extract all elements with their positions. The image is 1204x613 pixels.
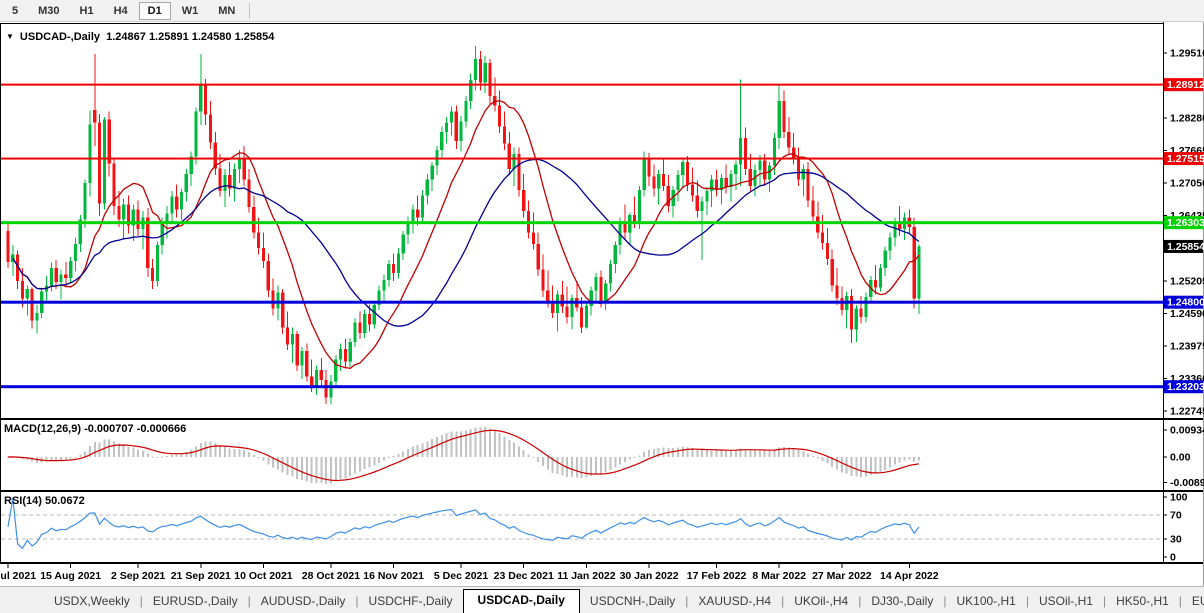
chart-tab-ukoil-h4[interactable]: UKOil-,H4 <box>784 591 858 613</box>
svg-text:21 Sep 2021: 21 Sep 2021 <box>171 570 231 582</box>
chart-tab-usoil-h1[interactable]: USOil-,H1 <box>1029 591 1103 613</box>
svg-text:1.25205: 1.25205 <box>1170 275 1204 287</box>
chart-tab-bar: USDX,Weekly|EURUSD-,Daily|AUDUSD-,Daily|… <box>0 586 1204 613</box>
timeframe-button-mn[interactable]: MN <box>209 2 244 20</box>
svg-text:30: 30 <box>1170 534 1182 546</box>
chart-tab-eurusd-daily[interactable]: EURUSD-,Daily <box>143 591 248 613</box>
svg-text:1.22745: 1.22745 <box>1170 405 1204 417</box>
svg-text:17 Feb 2022: 17 Feb 2022 <box>687 570 747 582</box>
price-badge-1.26303: 1.26303 <box>1164 216 1204 229</box>
trading-platform-window: 5M30H1H4D1W1MN 1.295101.282801.276651.27… <box>0 0 1204 613</box>
svg-text:15 Aug 2021: 15 Aug 2021 <box>40 570 101 582</box>
current-price-badge: 1.25854 <box>1164 240 1204 253</box>
chart-tab-dj30-daily[interactable]: DJ30-,Daily <box>861 591 943 613</box>
svg-text:1.25854: 1.25854 <box>1167 241 1204 253</box>
chart-tab-uk100-h1[interactable]: UK100-,H1 <box>946 591 1025 613</box>
svg-text:0.00: 0.00 <box>1170 452 1191 464</box>
timeframe-button-h4[interactable]: H4 <box>105 2 137 20</box>
svg-text:14 Apr 2022: 14 Apr 2022 <box>880 570 939 582</box>
svg-text:1.23975: 1.23975 <box>1170 340 1204 352</box>
timeframe-button-h1[interactable]: H1 <box>71 2 103 20</box>
level-line-1.26303[interactable] <box>1 221 1163 224</box>
svg-text:5 Dec 2021: 5 Dec 2021 <box>434 570 488 582</box>
chart-tab-audusd-daily[interactable]: AUDUSD-,Daily <box>251 591 356 613</box>
chart-tab-hk50-h1[interactable]: HK50-,H1 <box>1106 591 1179 613</box>
svg-text:8 Mar 2022: 8 Mar 2022 <box>752 570 806 582</box>
level-line-1.23203[interactable] <box>1 385 1163 388</box>
svg-text:-0.00890: -0.00890 <box>1170 477 1204 489</box>
svg-text:11 Jan 2022: 11 Jan 2022 <box>557 570 616 582</box>
svg-text:1.24590: 1.24590 <box>1170 308 1204 320</box>
svg-text:1.23203: 1.23203 <box>1167 381 1204 393</box>
timeframe-button-d1[interactable]: D1 <box>139 2 171 20</box>
timeframe-button-w1[interactable]: W1 <box>173 2 208 20</box>
level-line-1.28912[interactable] <box>1 84 1163 86</box>
svg-text:10 Oct 2021: 10 Oct 2021 <box>234 570 293 582</box>
svg-text:0: 0 <box>1170 552 1176 564</box>
level-line-1.27515[interactable] <box>1 158 1163 160</box>
timeframe-toolbar: 5M30H1H4D1W1MN <box>0 0 1204 22</box>
svg-text:100: 100 <box>1170 492 1188 504</box>
price-badge-1.24800: 1.24800 <box>1164 296 1204 309</box>
svg-text:28 Oct 2021: 28 Oct 2021 <box>302 570 361 582</box>
price-badge-1.23203: 1.23203 <box>1164 380 1204 393</box>
svg-text:2 Sep 2021: 2 Sep 2021 <box>111 570 165 582</box>
svg-text:1.26303: 1.26303 <box>1167 217 1204 229</box>
chart-tab-usdx-weekly[interactable]: USDX,Weekly <box>44 591 140 613</box>
chart-tab-xauusd-h4[interactable]: XAUUSD-,H4 <box>688 591 781 613</box>
svg-text:1.27050: 1.27050 <box>1170 178 1204 190</box>
chart-tab-usdcnh-daily[interactable]: USDCNH-,Daily <box>580 591 685 613</box>
svg-text:1.28912: 1.28912 <box>1167 79 1204 91</box>
svg-text:1.29510: 1.29510 <box>1170 48 1204 60</box>
chart-canvas: 1.295101.282801.276651.270501.264351.252… <box>0 22 1204 586</box>
svg-text:1.28280: 1.28280 <box>1170 113 1204 125</box>
timeframe-button-5[interactable]: 5 <box>3 2 27 20</box>
price-badge-1.27515: 1.27515 <box>1164 152 1204 165</box>
price-badge-1.28912: 1.28912 <box>1164 78 1204 91</box>
level-line-1.24800[interactable] <box>1 301 1163 304</box>
svg-text:70: 70 <box>1170 510 1182 522</box>
toolbar-separator <box>249 3 250 19</box>
svg-text:23 Dec 2021: 23 Dec 2021 <box>494 570 554 582</box>
timeframe-button-m30[interactable]: M30 <box>29 2 68 20</box>
svg-text:0.009345: 0.009345 <box>1170 424 1204 436</box>
svg-text:1.24800: 1.24800 <box>1167 297 1204 309</box>
svg-text:27 Mar 2022: 27 Mar 2022 <box>812 570 872 582</box>
svg-text:30 Jan 2022: 30 Jan 2022 <box>620 570 679 582</box>
svg-text:27 Jul 2021: 27 Jul 2021 <box>0 570 36 582</box>
chart-tab-usdchf-daily[interactable]: USDCHF-,Daily <box>359 591 463 613</box>
svg-text:1.27515: 1.27515 <box>1167 153 1204 165</box>
chart-tab-usdcad-daily[interactable]: USDCAD-,Daily <box>463 589 580 613</box>
svg-text:16 Nov 2021: 16 Nov 2021 <box>363 570 424 582</box>
chart-tab-eu[interactable]: EU <box>1182 591 1204 613</box>
